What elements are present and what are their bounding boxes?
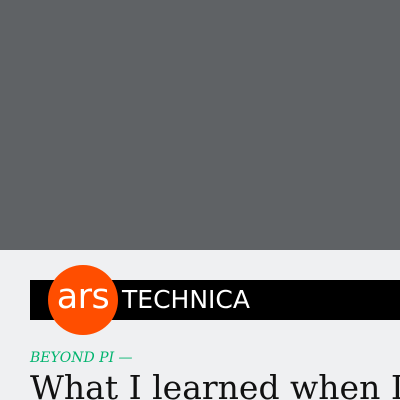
ars-logo-circle[interactable]: ars	[48, 265, 118, 335]
logo-technica-text: TECHNICA	[122, 285, 250, 314]
article-page: ars TECHNICA BEYOND PI — What I learned …	[0, 0, 400, 400]
site-masthead[interactable]: ars TECHNICA	[30, 265, 400, 335]
article-headline: What I learned when I	[30, 368, 400, 400]
logo-ars-text: ars	[56, 276, 110, 317]
article-kicker[interactable]: BEYOND PI —	[30, 349, 133, 367]
hero-image	[0, 0, 400, 250]
article-content: ars TECHNICA BEYOND PI — What I learned …	[0, 250, 400, 400]
